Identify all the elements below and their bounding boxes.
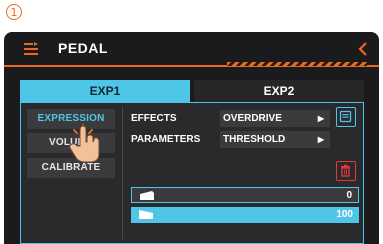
delete-button[interactable] (336, 161, 356, 181)
tab-exp2[interactable]: EXP2 (194, 80, 364, 102)
min-value: 0 (346, 190, 352, 201)
tab-bar: EXP1 EXP2 (20, 80, 364, 102)
save-button[interactable] (336, 107, 356, 127)
list-icon[interactable] (22, 42, 40, 58)
triangle-right-icon: ▶ (317, 135, 324, 144)
tab-exp1[interactable]: EXP1 (20, 80, 190, 102)
divider (122, 107, 123, 239)
header: PEDAL (4, 32, 379, 68)
page-title: PEDAL (58, 40, 108, 56)
parameters-select[interactable]: THRESHOLD ▶ (220, 131, 330, 148)
header-stripes (227, 62, 367, 66)
parameters-value: THRESHOLD (223, 134, 286, 145)
toe-position-slot[interactable]: 100 (131, 207, 359, 223)
hand-pointer-icon (69, 124, 100, 163)
heel-position-slot[interactable]: 0 (131, 187, 359, 203)
triangle-right-icon: ▶ (317, 114, 324, 123)
step-number-badge: 1 (6, 4, 22, 20)
effects-label: EFFECTS (131, 113, 177, 124)
save-icon (339, 110, 352, 123)
effects-select[interactable]: OVERDRIVE ▶ (220, 110, 330, 127)
effects-value: OVERDRIVE (223, 113, 282, 124)
trash-icon (341, 164, 350, 177)
pedal-toe-icon (139, 210, 153, 219)
parameters-label: PARAMETERS (131, 134, 201, 145)
pedal-heel-icon (140, 191, 154, 200)
max-value: 100 (336, 209, 353, 220)
pedal-screen: PEDAL EXP1 EXP2 EXPRESSION VOLUME CALIBR… (4, 32, 379, 244)
chevron-left-icon[interactable] (357, 41, 369, 57)
